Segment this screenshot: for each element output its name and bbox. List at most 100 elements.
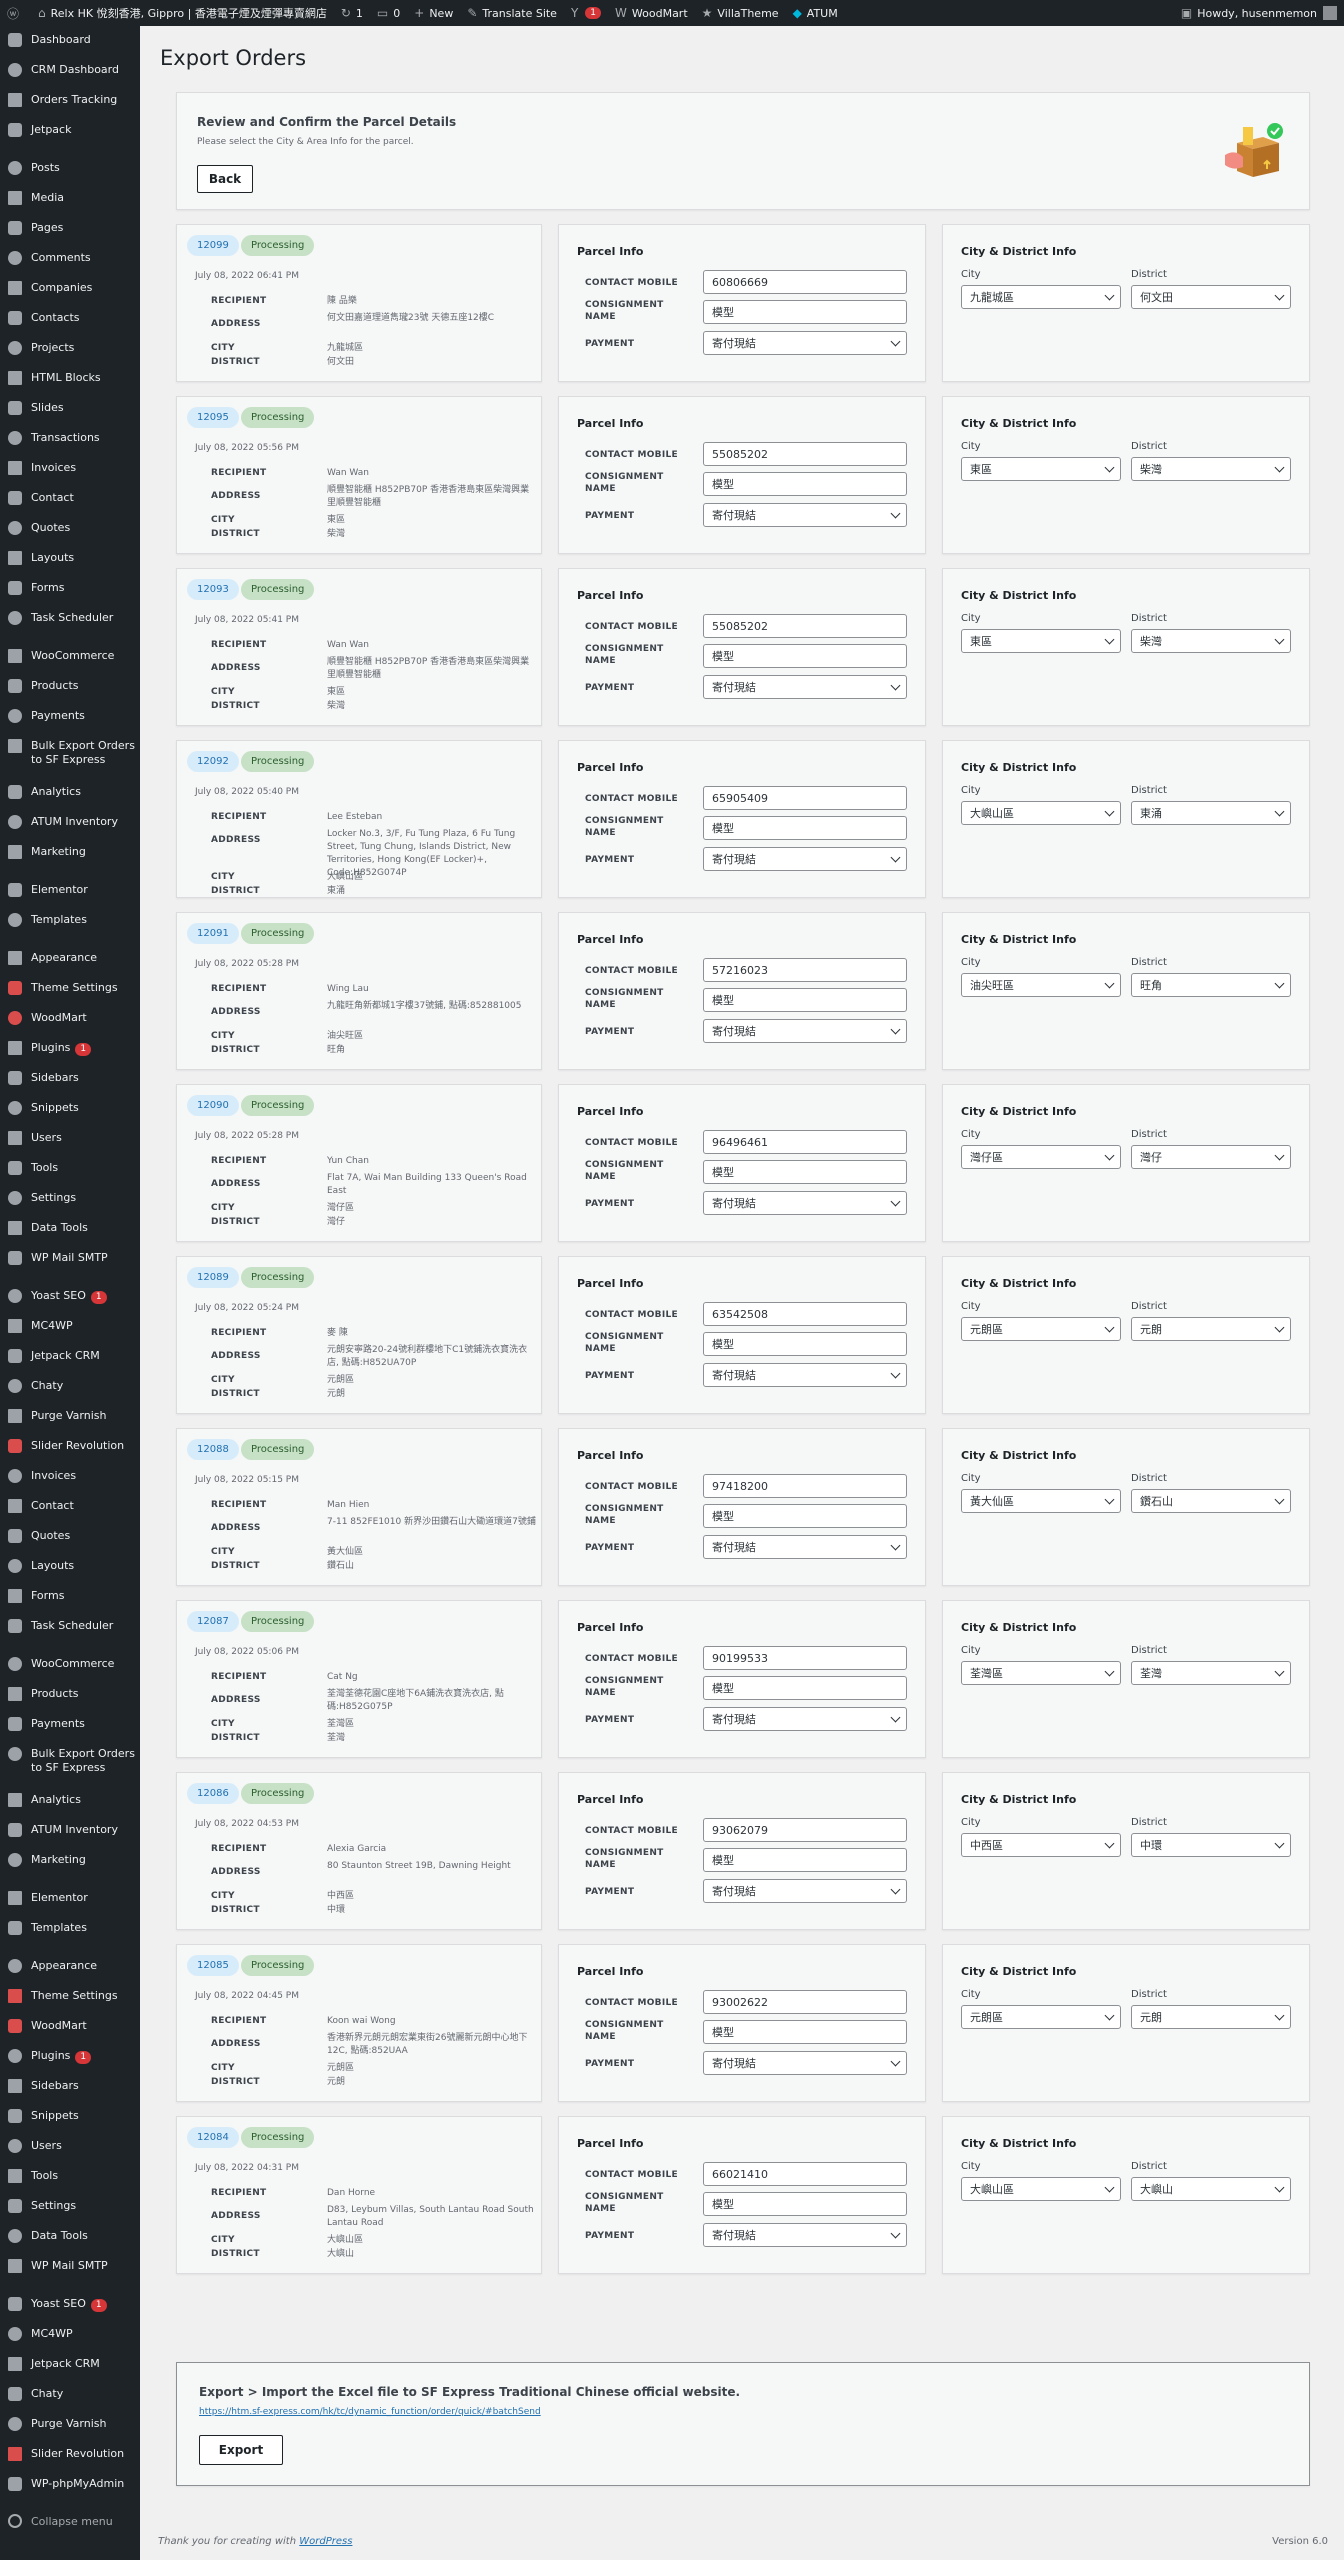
sidebar-item[interactable]: Invoices bbox=[0, 1462, 140, 1492]
payment-select[interactable]: 寄付現結 bbox=[703, 1363, 907, 1387]
sidebar-item[interactable]: Forms bbox=[0, 574, 140, 604]
city-select[interactable]: 大嶼山區 bbox=[961, 801, 1121, 825]
order-id-badge[interactable]: 12089 bbox=[187, 1267, 239, 1288]
order-id-badge[interactable]: 12086 bbox=[187, 1783, 239, 1804]
sidebar-item[interactable]: WooCommerce bbox=[0, 642, 140, 672]
sidebar-item[interactable]: Data Tools bbox=[0, 1214, 140, 1244]
sidebar-item[interactable]: Purge Varnish bbox=[0, 1402, 140, 1432]
sidebar-item[interactable]: WoodMart bbox=[0, 2012, 140, 2042]
account-menu[interactable]: ▣ Howdy, husenmemon bbox=[1174, 0, 1344, 26]
sidebar-item[interactable]: Products bbox=[0, 1680, 140, 1710]
sidebar-item[interactable]: Theme Settings bbox=[0, 1982, 140, 2012]
sidebar-item[interactable]: WP Mail SMTP bbox=[0, 1244, 140, 1274]
order-id-badge[interactable]: 12088 bbox=[187, 1439, 239, 1460]
sidebar-item[interactable]: Forms bbox=[0, 1582, 140, 1612]
payment-select[interactable]: 寄付現結 bbox=[703, 1191, 907, 1215]
sidebar-item[interactable]: Companies bbox=[0, 274, 140, 304]
city-select[interactable]: 荃灣區 bbox=[961, 1661, 1121, 1685]
payment-select[interactable]: 寄付現結 bbox=[703, 2223, 907, 2247]
consignment-name-input[interactable]: 模型 bbox=[703, 1504, 907, 1528]
city-select[interactable]: 油尖旺區 bbox=[961, 973, 1121, 997]
sidebar-item[interactable]: Elementor bbox=[0, 876, 140, 906]
district-select[interactable]: 元朗 bbox=[1131, 1317, 1291, 1341]
district-select[interactable]: 鑽石山 bbox=[1131, 1489, 1291, 1513]
sidebar-item[interactable]: CRM Dashboard bbox=[0, 56, 140, 86]
order-id-badge[interactable]: 12091 bbox=[187, 923, 239, 944]
district-select[interactable]: 中環 bbox=[1131, 1833, 1291, 1857]
sidebar-item[interactable]: Projects bbox=[0, 334, 140, 364]
city-select[interactable]: 灣仔區 bbox=[961, 1145, 1121, 1169]
consignment-name-input[interactable]: 模型 bbox=[703, 1848, 907, 1872]
contact-mobile-input[interactable]: 90199533 bbox=[703, 1646, 907, 1670]
district-select[interactable]: 旺角 bbox=[1131, 973, 1291, 997]
wp-logo-menu[interactable]: ⓦ bbox=[0, 0, 31, 26]
sidebar-item[interactable]: Settings bbox=[0, 1184, 140, 1214]
wordpress-link[interactable]: WordPress bbox=[299, 2536, 352, 2547]
payment-select[interactable]: 寄付現結 bbox=[703, 1879, 907, 1903]
sidebar-item[interactable]: Orders Tracking bbox=[0, 86, 140, 116]
sidebar-item[interactable]: Purge Varnish bbox=[0, 2410, 140, 2440]
sidebar-item[interactable]: Templates bbox=[0, 1914, 140, 1944]
sidebar-item[interactable]: Task Scheduler bbox=[0, 1612, 140, 1642]
sidebar-item[interactable]: HTML Blocks bbox=[0, 364, 140, 394]
city-select[interactable]: 黃大仙區 bbox=[961, 1489, 1121, 1513]
sidebar-item[interactable]: Chaty bbox=[0, 2380, 140, 2410]
contact-mobile-input[interactable]: 63542508 bbox=[703, 1302, 907, 1326]
consignment-name-input[interactable]: 模型 bbox=[703, 1676, 907, 1700]
contact-mobile-input[interactable]: 96496461 bbox=[703, 1130, 907, 1154]
sidebar-item[interactable]: Layouts bbox=[0, 1552, 140, 1582]
sidebar-item[interactable]: Posts bbox=[0, 154, 140, 184]
sidebar-item[interactable]: Users bbox=[0, 1124, 140, 1154]
order-id-badge[interactable]: 12084 bbox=[187, 2127, 239, 2148]
site-name-menu[interactable]: ⌂ Relx HK 悅刻香港, Gippro | 香港電子煙及煙彈專賣網店 bbox=[31, 0, 334, 26]
sidebar-item[interactable]: Payments bbox=[0, 702, 140, 732]
consignment-name-input[interactable]: 模型 bbox=[703, 816, 907, 840]
sidebar-item[interactable]: Plugins 1 bbox=[0, 2042, 140, 2072]
sidebar-item[interactable]: Yoast SEO 1 bbox=[0, 2290, 140, 2320]
city-select[interactable]: 元朗區 bbox=[961, 2005, 1121, 2029]
sidebar-item[interactable]: Snippets bbox=[0, 1094, 140, 1124]
sidebar-item[interactable]: Theme Settings bbox=[0, 974, 140, 1004]
contact-mobile-input[interactable]: 60806669 bbox=[703, 270, 907, 294]
villatheme-menu[interactable]: ★ VillaTheme bbox=[695, 0, 786, 26]
contact-mobile-input[interactable]: 57216023 bbox=[703, 958, 907, 982]
city-select[interactable]: 九龍城區 bbox=[961, 285, 1121, 309]
payment-select[interactable]: 寄付現結 bbox=[703, 1707, 907, 1731]
sidebar-item[interactable]: Products bbox=[0, 672, 140, 702]
district-select[interactable]: 柴灣 bbox=[1131, 457, 1291, 481]
sidebar-item[interactable]: Plugins 1 bbox=[0, 1034, 140, 1064]
consignment-name-input[interactable]: 模型 bbox=[703, 300, 907, 324]
sidebar-item[interactable]: MC4WP bbox=[0, 1312, 140, 1342]
sidebar-item[interactable]: Layouts bbox=[0, 544, 140, 574]
city-select[interactable]: 元朗區 bbox=[961, 1317, 1121, 1341]
sidebar-item[interactable]: WooCommerce bbox=[0, 1650, 140, 1680]
sidebar-item[interactable]: WoodMart bbox=[0, 1004, 140, 1034]
district-select[interactable]: 元朗 bbox=[1131, 2005, 1291, 2029]
payment-select[interactable]: 寄付現結 bbox=[703, 847, 907, 871]
order-id-badge[interactable]: 12090 bbox=[187, 1095, 239, 1116]
payment-select[interactable]: 寄付現結 bbox=[703, 675, 907, 699]
sidebar-item[interactable]: Templates bbox=[0, 906, 140, 936]
order-id-badge[interactable]: 12085 bbox=[187, 1955, 239, 1976]
order-id-badge[interactable]: 12099 bbox=[187, 235, 239, 256]
sidebar-item[interactable]: Data Tools bbox=[0, 2222, 140, 2252]
consignment-name-input[interactable]: 模型 bbox=[703, 472, 907, 496]
sidebar-item[interactable]: Media bbox=[0, 184, 140, 214]
sidebar-item[interactable]: Contact bbox=[0, 484, 140, 514]
district-select[interactable]: 灣仔 bbox=[1131, 1145, 1291, 1169]
order-id-badge[interactable]: 12092 bbox=[187, 751, 239, 772]
sidebar-item[interactable]: Elementor bbox=[0, 1884, 140, 1914]
sidebar-item[interactable]: Users bbox=[0, 2132, 140, 2162]
sidebar-item[interactable]: Appearance bbox=[0, 944, 140, 974]
contact-mobile-input[interactable]: 66021410 bbox=[703, 2162, 907, 2186]
sidebar-item[interactable]: Task Scheduler bbox=[0, 604, 140, 634]
sidebar-item[interactable]: Contacts bbox=[0, 304, 140, 334]
sidebar-item[interactable]: Chaty bbox=[0, 1372, 140, 1402]
payment-select[interactable]: 寄付現結 bbox=[703, 1019, 907, 1043]
sidebar-item[interactable]: Transactions bbox=[0, 424, 140, 454]
contact-mobile-input[interactable]: 93002622 bbox=[703, 1990, 907, 2014]
city-select[interactable]: 東區 bbox=[961, 629, 1121, 653]
sidebar-item[interactable]: Analytics bbox=[0, 1786, 140, 1816]
sf-express-link[interactable]: https://htm.sf-express.com/hk/tc/dynamic… bbox=[199, 2407, 541, 2417]
city-select[interactable]: 大嶼山區 bbox=[961, 2177, 1121, 2201]
